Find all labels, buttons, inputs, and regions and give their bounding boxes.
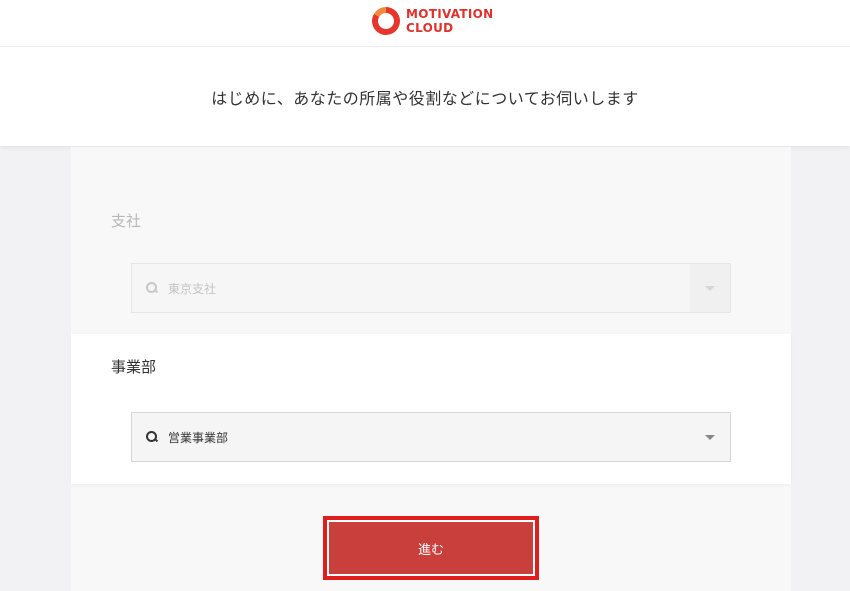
- logo-ring-icon: [372, 7, 400, 35]
- division-select[interactable]: 営業事業部: [131, 412, 731, 462]
- proceed-button[interactable]: 進む: [329, 522, 533, 574]
- branch-section: 支社 東京支社: [71, 147, 791, 334]
- branch-select[interactable]: 東京支社: [131, 263, 731, 313]
- intro-banner: はじめに、あなたの所属や役割などについてお伺いします: [0, 46, 850, 146]
- chevron-down-icon: [705, 285, 715, 291]
- division-label: 事業部: [111, 358, 157, 376]
- proceed-button-focus-outline: 進む: [323, 516, 539, 580]
- division-section: 事業部 営業事業部: [71, 334, 791, 484]
- top-header: MOTIVATION CLOUD: [0, 0, 850, 46]
- chevron-down-icon: [705, 434, 715, 440]
- search-icon: [146, 282, 158, 294]
- logo-wordmark: MOTIVATION CLOUD: [406, 7, 494, 35]
- affiliation-form: 支社 東京支社 事業部 営業事業部 進む: [71, 147, 791, 591]
- branch-selected-value: 東京支社: [168, 281, 217, 296]
- logo-line-1: MOTIVATION: [406, 7, 494, 21]
- motivation-cloud-logo[interactable]: MOTIVATION CLOUD: [372, 6, 494, 36]
- division-dropdown-toggle[interactable]: [690, 413, 730, 461]
- search-icon: [146, 431, 158, 443]
- branch-dropdown-toggle[interactable]: [690, 264, 730, 312]
- logo-line-2: CLOUD: [406, 21, 454, 35]
- branch-label: 支社: [111, 212, 142, 230]
- division-selected-value: 営業事業部: [168, 430, 229, 445]
- intro-text: はじめに、あなたの所属や役割などについてお伺いします: [211, 88, 639, 108]
